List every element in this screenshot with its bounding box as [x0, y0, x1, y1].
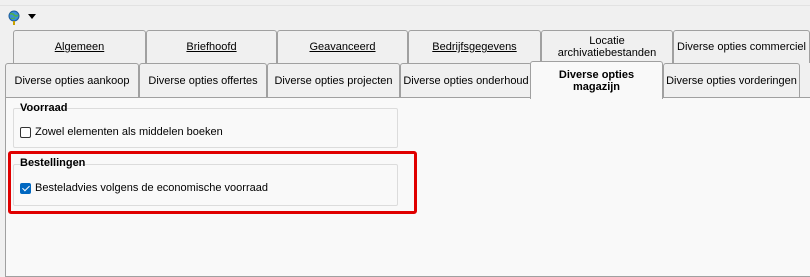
- checkbox-label: Zowel elementen als middelen boeken: [35, 126, 223, 138]
- tab-algemeen[interactable]: Algemeen: [13, 30, 146, 63]
- tab-label-line2: magazijn: [572, 80, 621, 93]
- globe-dropdown-button[interactable]: [5, 9, 39, 26]
- tab-label: Diverse opties aankoop: [14, 74, 130, 87]
- group-title-voorraad: Voorraad: [20, 102, 68, 114]
- tab-diverse-opties-vorderingen[interactable]: Diverse opties vorderingen: [663, 63, 800, 97]
- tab-label: Diverse opties onderhoud: [403, 74, 529, 87]
- tab-label: Diverse opties commerciel: [677, 41, 806, 53]
- tab-label: Bedrijfsgegevens: [432, 41, 517, 53]
- tab-label: Diverse opties projecten: [274, 74, 393, 87]
- tab-diverse-opties-offertes[interactable]: Diverse opties offertes: [139, 63, 267, 97]
- tab-diverse-opties-projecten[interactable]: Diverse opties projecten: [267, 63, 400, 97]
- tab-diverse-opties-onderhoud[interactable]: Diverse opties onderhoud: [400, 63, 532, 97]
- tab-diverse-opties-commercieel[interactable]: Diverse opties commerciel: [673, 30, 810, 63]
- tab-label: Diverse opties offertes: [148, 74, 258, 87]
- tab-label: Briefhoofd: [186, 41, 237, 53]
- tab-diverse-opties-aankoop[interactable]: Diverse opties aankoop: [5, 63, 139, 97]
- highlight-box: [8, 151, 417, 214]
- tab-label-line1: Diverse opties: [558, 68, 635, 81]
- tab-label: Geavanceerd: [309, 41, 376, 53]
- tab-diverse-opties-magazijn[interactable]: Diverse opties magazijn: [530, 61, 663, 99]
- tab-label-line1: Locatie: [589, 35, 625, 47]
- tab-briefhoofd[interactable]: Briefhoofd: [146, 30, 277, 63]
- tab-label: Diverse opties vorderingen: [666, 74, 797, 87]
- tab-locatie-archivatiebestanden[interactable]: Locatie archivatiebestanden: [541, 30, 673, 63]
- tab-bedrijfsgegevens[interactable]: Bedrijfsgegevens: [408, 30, 541, 63]
- chevron-down-icon: [28, 14, 36, 19]
- checkbox-zowel-elementen[interactable]: Zowel elementen als middelen boeken: [20, 126, 223, 138]
- tab-label-line2: archivatiebestanden: [557, 47, 657, 59]
- toolbar: [0, 6, 810, 28]
- globe-pin-icon: [8, 10, 20, 25]
- tab-label: Algemeen: [54, 41, 105, 53]
- tab-geavanceerd[interactable]: Geavanceerd: [277, 30, 408, 63]
- checkbox[interactable]: [20, 126, 31, 138]
